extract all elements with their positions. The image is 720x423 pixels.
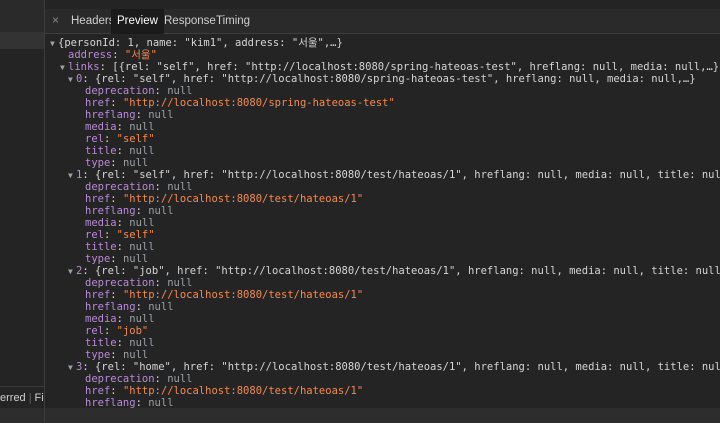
tab-preview[interactable]: Preview (111, 9, 164, 35)
links-key: links (68, 61, 100, 73)
expanded-triangle-icon[interactable]: ▼ (50, 38, 58, 50)
field-row: deprecation: null (85, 373, 193, 385)
footer-separator: | (28, 392, 32, 404)
field-row: href: "http://localhost:8080/test/hateoa… (85, 193, 364, 205)
link-summary: {rel: "self", href: "http://localhost:80… (94, 169, 720, 181)
link-item-row[interactable]: ▼ 0: {rel: "self", href: "http://localhos… (68, 73, 696, 85)
field-row: hreflang: null (85, 205, 174, 217)
link-summary: {rel: "home", href: "http://localhost:80… (94, 361, 720, 373)
expanded-triangle-icon[interactable]: ▼ (68, 170, 76, 182)
root-summary: {personId: 1, name: "kim1", address: "서울… (58, 37, 343, 49)
footer-transferred-label: erred (0, 392, 26, 404)
footer-finish-label: Fi… (34, 392, 44, 404)
bottom-status-strip (45, 408, 720, 423)
field-row: rel: "job" (85, 325, 149, 337)
field-row: media: null (85, 313, 155, 325)
links-row[interactable]: ▼ links: [{rel: "self", href: "http://loc… (60, 61, 720, 73)
preview-json-tree: ▼ {personId: 1, name: "kim1", address: "서… (45, 34, 720, 423)
field-row: type: null (85, 253, 149, 265)
field-row: deprecation: null (85, 277, 193, 289)
field-row: hreflang: null (85, 109, 174, 121)
field-row: deprecation: null (85, 181, 193, 193)
link-summary: {rel: "job", href: "http://localhost:808… (94, 265, 720, 277)
expanded-triangle-icon[interactable]: ▼ (60, 62, 68, 74)
address-value: "서울" (124, 49, 157, 61)
root-object-row[interactable]: ▼ {personId: 1, name: "kim1", address: "서… (50, 37, 343, 49)
request-list-footer: erred|Fi… (0, 386, 44, 409)
close-icon[interactable]: × (52, 13, 59, 27)
field-row: hreflang: null (85, 301, 174, 313)
field-row: media: null (85, 217, 155, 229)
left-status-strip (0, 408, 44, 423)
field-row: href: "http://localhost:8080/test/hateoa… (85, 289, 364, 301)
request-list-header (0, 0, 44, 33)
link-summary: {rel: "self", href: "http://localhost:80… (94, 73, 696, 85)
field-row: media: null (85, 121, 155, 133)
field-row: title: null (85, 241, 155, 253)
expanded-triangle-icon[interactable]: ▼ (68, 74, 76, 86)
address-key: address (68, 49, 113, 61)
field-row: title: null (85, 145, 155, 157)
field-row: rel: "self" (85, 229, 155, 241)
field-row: href: "http://localhost:8080/test/hateoa… (85, 385, 364, 397)
address-row: address: "서울" (68, 49, 157, 61)
link-item-row[interactable]: ▼ 3: {rel: "home", href: "http://localhos… (68, 361, 720, 373)
field-row: rel: "self" (85, 133, 155, 145)
field-row: type: null (85, 349, 149, 361)
tab-timing[interactable]: Timing (210, 9, 256, 33)
field-row: type: null (85, 157, 149, 169)
expanded-triangle-icon[interactable]: ▼ (68, 266, 76, 278)
link-item-row[interactable]: ▼ 1: {rel: "self", href: "http://localhos… (68, 169, 720, 181)
links-summary: [{rel: "self", href: "http://localhost:8… (112, 61, 720, 73)
field-row: deprecation: null (85, 85, 193, 97)
expanded-triangle-icon[interactable]: ▼ (68, 362, 76, 374)
detail-tabs: × Headers Preview Response Timing (45, 9, 720, 35)
field-row: href: "http://localhost:8080/spring-hate… (85, 97, 395, 109)
field-row: title: null (85, 337, 155, 349)
selected-request-row[interactable] (0, 32, 44, 49)
link-item-row[interactable]: ▼ 2: {rel: "job", href: "http://localhost… (68, 265, 720, 277)
request-list-panel: erred|Fi… (0, 0, 45, 423)
tab-strip-top (45, 0, 720, 9)
